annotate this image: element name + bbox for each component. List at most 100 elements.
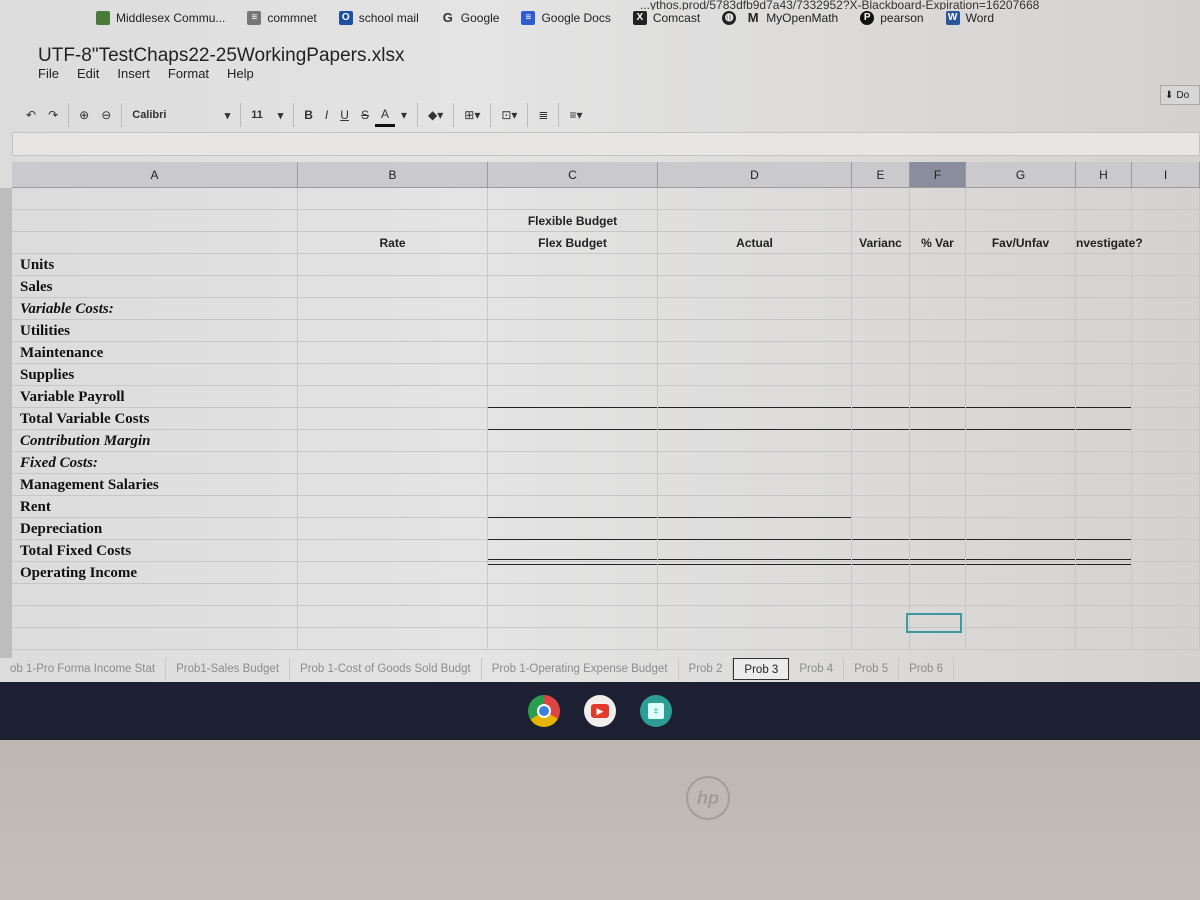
menu-insert[interactable]: Insert [117,66,150,81]
cell[interactable] [658,298,852,320]
fill-color-icon[interactable]: ◆▾ [422,103,449,127]
cell[interactable] [658,474,852,496]
column-header-c[interactable]: C [488,162,658,188]
bookmark-middlesex[interactable]: Middlesex Commu... [96,11,225,25]
cell[interactable] [1132,430,1200,452]
cell[interactable] [1076,496,1132,518]
text-color-button[interactable]: A [374,103,395,127]
cell[interactable] [488,496,658,518]
cell[interactable] [1076,254,1132,276]
cell[interactable] [298,188,488,210]
sheet-tab[interactable]: Prob 2 [679,658,734,680]
cell[interactable] [910,342,966,364]
cell[interactable] [488,188,658,210]
cell[interactable] [1132,496,1200,518]
cell[interactable] [1076,386,1132,408]
cell[interactable] [1132,606,1200,628]
cell[interactable] [966,386,1076,408]
underline-button[interactable]: U [334,103,355,127]
header-actual[interactable]: Actual [658,232,852,254]
font-size-select[interactable]: 11 ▾ [245,103,289,127]
cell[interactable] [852,210,910,232]
cell[interactable] [910,496,966,518]
cell[interactable] [852,518,910,540]
cell[interactable] [1076,628,1132,650]
cell[interactable] [488,452,658,474]
cell[interactable] [488,584,658,606]
cell[interactable] [1076,606,1132,628]
cell[interactable] [298,474,488,496]
cell[interactable] [658,210,852,232]
cell[interactable] [488,559,658,584]
cell[interactable] [488,342,658,364]
cell[interactable] [1076,407,1132,430]
cell[interactable] [1132,562,1200,584]
cell[interactable] [1132,518,1200,540]
column-header-a[interactable]: A [12,162,298,188]
row-label[interactable]: Contribution Margin [12,430,298,452]
cell[interactable] [966,606,1076,628]
cell[interactable] [852,320,910,342]
cell[interactable] [1076,342,1132,364]
cell[interactable] [1132,276,1200,298]
wrap-text-icon[interactable]: ≣ [532,103,554,127]
row-label[interactable]: Fixed Costs: [12,452,298,474]
cell[interactable] [852,188,910,210]
cell[interactable] [488,254,658,276]
cell[interactable] [910,210,966,232]
row-label[interactable]: Units [12,254,298,276]
cell[interactable] [1076,276,1132,298]
italic-button[interactable]: I [319,103,334,127]
cell[interactable] [910,429,966,452]
cell[interactable] [1132,320,1200,342]
cell[interactable] [910,386,966,408]
cell[interactable] [852,559,910,584]
column-header-e[interactable]: E [852,162,910,188]
cell[interactable] [1076,188,1132,210]
bookmark-commnet[interactable]: ≡ commnet [247,11,317,25]
merge-cells-icon[interactable]: ⊡▾ [495,103,523,127]
cell[interactable] [910,254,966,276]
cell[interactable] [658,559,852,584]
cell[interactable] [1132,408,1200,430]
cell[interactable] [852,606,910,628]
zoom-in-icon[interactable]: ⊕ [73,103,95,127]
cell[interactable] [852,386,910,408]
cell[interactable] [1132,540,1200,562]
cell[interactable] [298,210,488,232]
sheet-tab[interactable]: Prob1-Sales Budget [166,658,291,680]
borders-icon[interactable]: ⊞▾ [458,103,486,127]
cell[interactable] [488,320,658,342]
cell[interactable] [298,606,488,628]
cell[interactable] [1076,518,1132,540]
cell[interactable] [1076,584,1132,606]
chrome-icon[interactable] [528,695,560,727]
cell[interactable] [298,276,488,298]
formula-bar[interactable] [12,132,1200,156]
cell[interactable] [966,628,1076,650]
cell[interactable] [12,584,298,606]
cell[interactable] [966,407,1076,430]
cell[interactable] [966,342,1076,364]
row-label[interactable]: Variable Costs: [12,298,298,320]
cell[interactable] [658,429,852,452]
cell[interactable] [910,452,966,474]
cell[interactable] [852,496,910,518]
cell[interactable] [298,584,488,606]
cell[interactable] [488,606,658,628]
cell[interactable] [488,628,658,650]
active-cell-cursor[interactable] [906,613,962,633]
cell[interactable] [298,408,488,430]
cell[interactable] [298,320,488,342]
bookmark-google[interactable]: G Google [441,11,500,26]
sheet-tab[interactable]: ob 1-Pro Forma Income Stat [0,658,167,680]
menu-format[interactable]: Format [168,66,209,81]
sheet-tab-active[interactable]: Prob 3 [733,658,790,680]
cell[interactable] [966,559,1076,584]
menu-file[interactable]: File [38,66,59,81]
cell[interactable] [298,298,488,320]
cell[interactable] [1076,474,1132,496]
calculator-icon[interactable]: ± [640,695,672,727]
bold-button[interactable]: B [298,103,319,127]
cell[interactable] [1132,342,1200,364]
